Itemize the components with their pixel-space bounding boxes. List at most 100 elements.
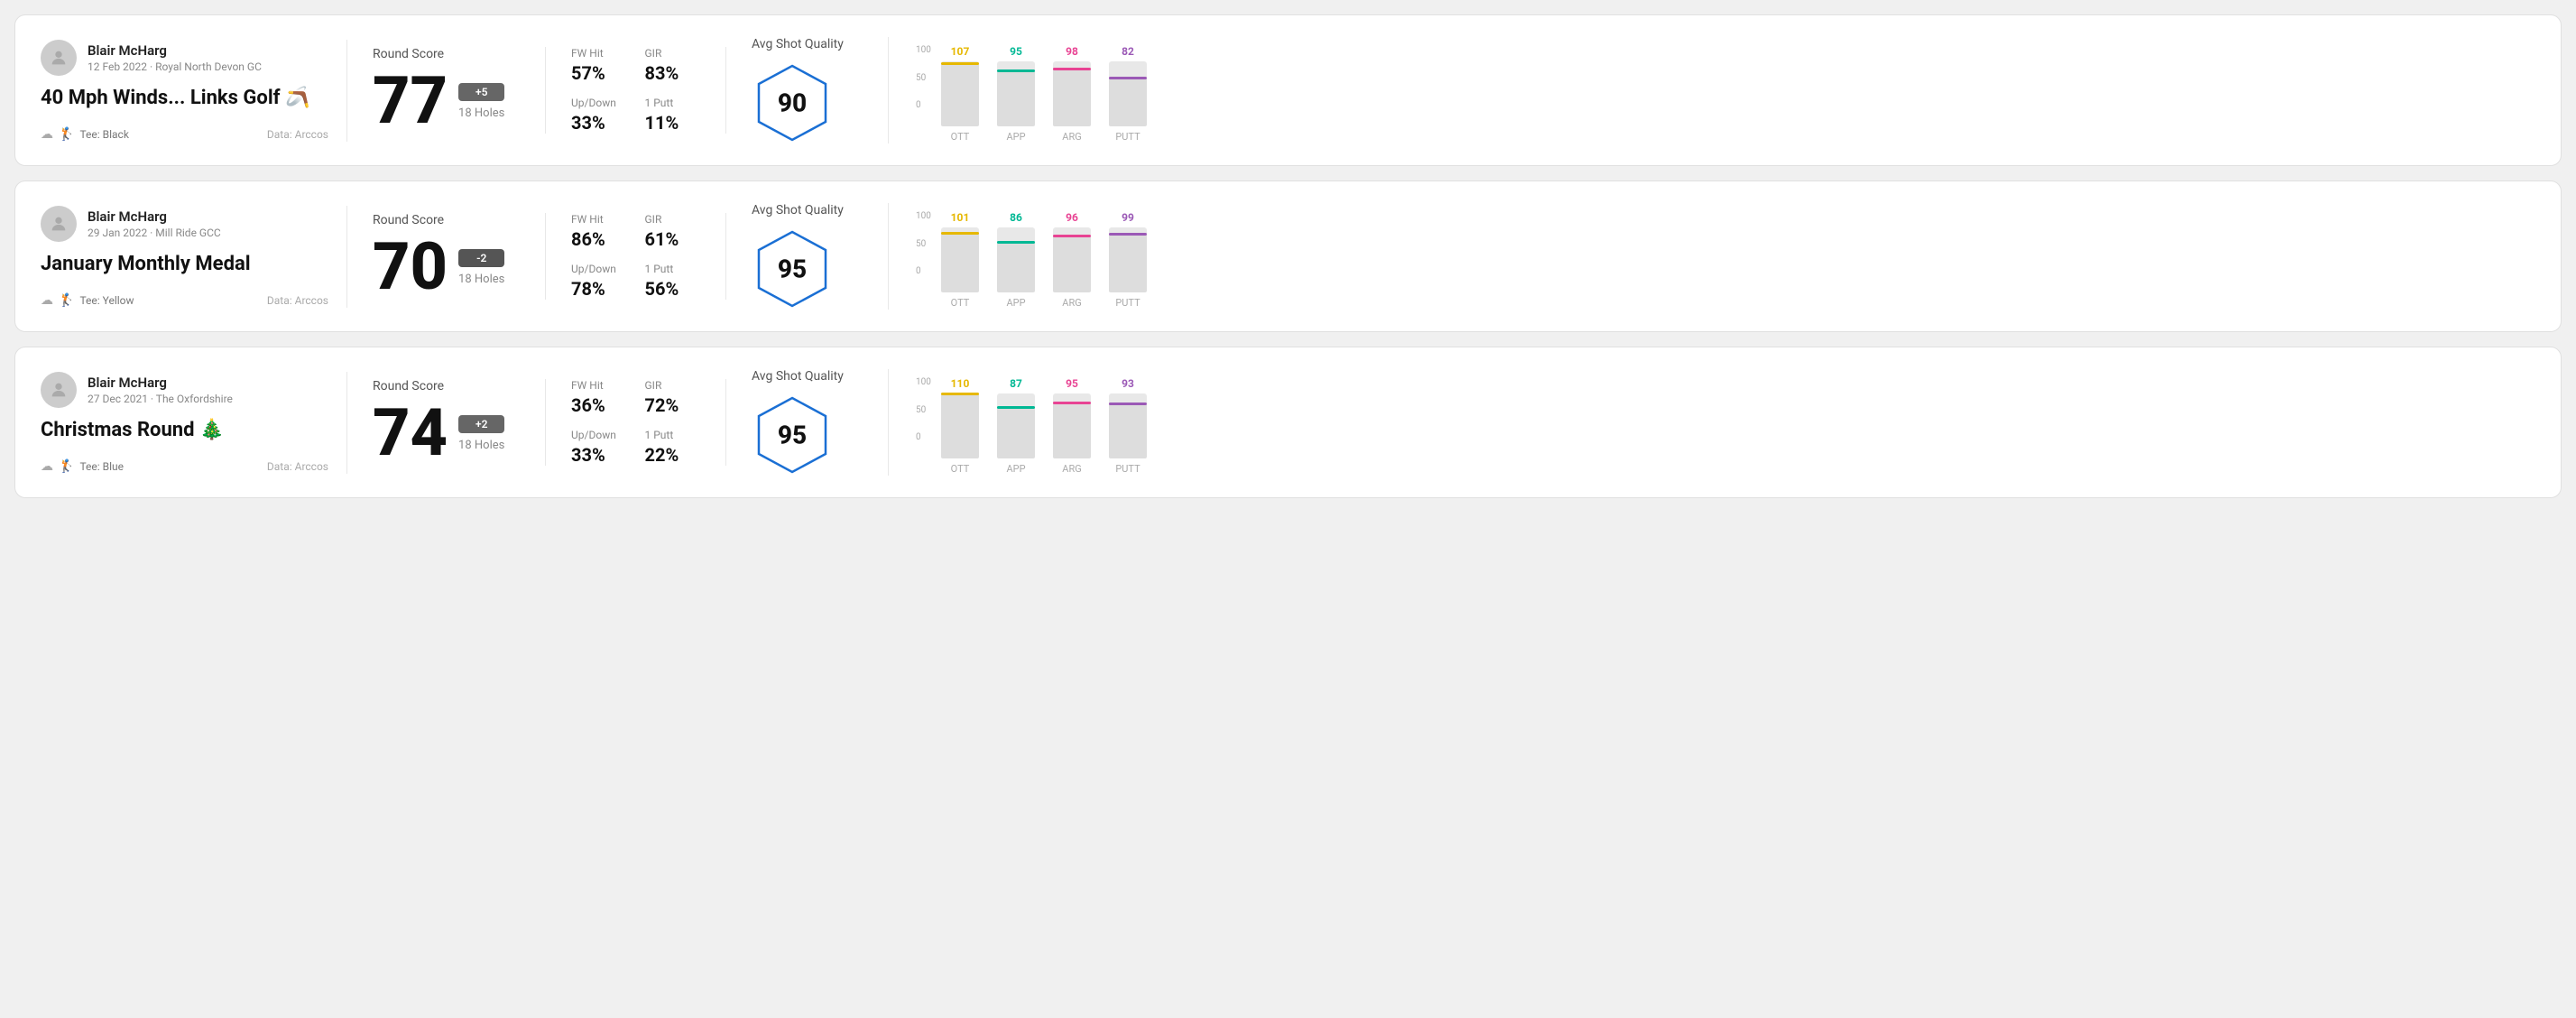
holes-text: 18 Holes: [458, 273, 504, 286]
bar-bg: [997, 61, 1035, 126]
bar-value: 87: [1010, 377, 1022, 390]
data-source: Data: Arccos: [267, 128, 328, 141]
tee-info: ☁ 🏌 Tee: Yellow: [41, 293, 134, 308]
bar-fill: [1053, 69, 1091, 126]
bar-value: 110: [951, 377, 970, 390]
stat-gir: GIR 61%: [645, 213, 701, 250]
quality-score: 95: [778, 421, 807, 450]
bar-group-arg: 95 ARG: [1053, 377, 1091, 475]
user-row: Blair McHarg 29 Jan 2022 · Mill Ride GCC: [41, 206, 328, 242]
score-label: Round Score: [373, 213, 520, 227]
bar-bg: [1053, 393, 1091, 458]
score-label: Round Score: [373, 47, 520, 61]
bar-fill: [997, 407, 1035, 458]
chart-section: 100 50 0 101 OTT 86 APP: [889, 204, 2535, 309]
bar-group-app: 95 APP: [997, 45, 1035, 143]
hexagon: 95: [752, 394, 833, 476]
bar-label: ARG: [1062, 463, 1081, 475]
bar-fill: [941, 233, 979, 292]
bar-highlight: [997, 241, 1035, 244]
bar-value: 93: [1122, 377, 1134, 390]
stat-gir-label: GIR: [645, 213, 701, 226]
tee-info: ☁ 🏌 Tee: Blue: [41, 459, 124, 474]
bar-highlight: [997, 406, 1035, 409]
stat-fw-hit-label: FW Hit: [571, 213, 627, 226]
user-name: Blair McHarg: [88, 208, 221, 225]
stat-one-putt-label: 1 Putt: [645, 429, 701, 441]
score-number: 77: [373, 69, 448, 134]
stat-gir: GIR 72%: [645, 379, 701, 416]
avatar: [41, 206, 77, 242]
bar-fill: [941, 63, 979, 126]
bar-label: PUTT: [1115, 463, 1140, 475]
score-section: Round Score 70 -2 18 Holes: [347, 213, 546, 300]
stat-gir-value: 61%: [645, 228, 701, 250]
tee-info: ☁ 🏌 Tee: Black: [41, 127, 129, 142]
stat-fw-hit-label: FW Hit: [571, 379, 627, 392]
bar-highlight: [941, 232, 979, 235]
bag-icon: 🏌: [59, 127, 74, 142]
score-badge-holes: +2 18 Holes: [458, 415, 504, 452]
weather-icon: ☁: [41, 459, 53, 474]
stat-gir-value: 72%: [645, 394, 701, 416]
bar-bg: [941, 61, 979, 126]
bar-fill: [1109, 78, 1147, 126]
bar-highlight: [1053, 402, 1091, 404]
hexagon: 95: [752, 228, 833, 310]
bar-label: OTT: [951, 463, 970, 475]
score-main: 77 +5 18 Holes: [373, 69, 520, 134]
bar-fill: [1109, 234, 1147, 292]
bar-value: 98: [1066, 45, 1078, 58]
hexagon: 90: [752, 62, 833, 143]
stat-one-putt-label: 1 Putt: [645, 263, 701, 275]
quality-section: Avg Shot Quality 90: [726, 37, 889, 143]
bar-value: 96: [1066, 211, 1078, 224]
bar-bg: [1109, 393, 1147, 458]
chart-section: 100 50 0 110 OTT 87 APP: [889, 370, 2535, 475]
score-label: Round Score: [373, 379, 520, 393]
stat-fw-hit-label: FW Hit: [571, 47, 627, 60]
user-name: Blair McHarg: [88, 42, 262, 59]
bar-bg: [1109, 61, 1147, 126]
stat-fw-hit-value: 36%: [571, 394, 627, 416]
left-section: Blair McHarg 29 Jan 2022 · Mill Ride GCC…: [41, 206, 347, 308]
score-number: 70: [373, 235, 448, 300]
bar-group-app: 86 APP: [997, 211, 1035, 309]
bar-highlight: [941, 62, 979, 65]
bar-value: 86: [1010, 211, 1022, 224]
user-info: Blair McHarg 29 Jan 2022 · Mill Ride GCC: [88, 208, 221, 239]
stats-grid: FW Hit 57% GIR 83% Up/Down 33% 1 Putt 11…: [571, 47, 700, 134]
stat-gir-label: GIR: [645, 379, 701, 392]
bar-bg: [1053, 227, 1091, 292]
stat-up-down-label: Up/Down: [571, 263, 627, 275]
left-section: Blair McHarg 27 Dec 2021 · The Oxfordshi…: [41, 372, 347, 474]
round-card-2: Blair McHarg 29 Jan 2022 · Mill Ride GCC…: [14, 180, 2562, 332]
data-source: Data: Arccos: [267, 460, 328, 473]
round-title: 40 Mph Winds... Links Golf 🪃: [41, 87, 328, 109]
score-section: Round Score 77 +5 18 Holes: [347, 47, 546, 134]
bar-group-putt: 99 PUTT: [1109, 211, 1147, 309]
bag-icon: 🏌: [59, 293, 74, 308]
bar-bg: [1109, 227, 1147, 292]
bar-highlight: [997, 69, 1035, 72]
bar-group-putt: 82 PUTT: [1109, 45, 1147, 143]
footer-row: ☁ 🏌 Tee: Blue Data: Arccos: [41, 459, 328, 474]
bar-highlight: [1109, 403, 1147, 405]
bar-group-ott: 101 OTT: [941, 211, 979, 309]
round-title: January Monthly Medal: [41, 253, 328, 275]
weather-icon: ☁: [41, 293, 53, 308]
bar-highlight: [1053, 68, 1091, 70]
quality-score: 90: [778, 88, 807, 118]
stat-one-putt-label: 1 Putt: [645, 97, 701, 109]
round-card-1: Blair McHarg 12 Feb 2022 · Royal North D…: [14, 14, 2562, 166]
bag-icon: 🏌: [59, 459, 74, 474]
bar-bg: [941, 393, 979, 458]
bar-value: 95: [1066, 377, 1078, 390]
user-row: Blair McHarg 12 Feb 2022 · Royal North D…: [41, 40, 328, 76]
user-row: Blair McHarg 27 Dec 2021 · The Oxfordshi…: [41, 372, 328, 408]
stat-up-down: Up/Down 78%: [571, 263, 627, 300]
left-section: Blair McHarg 12 Feb 2022 · Royal North D…: [41, 40, 347, 142]
bar-label: APP: [1006, 131, 1025, 143]
bar-group-ott: 107 OTT: [941, 45, 979, 143]
bar-label: PUTT: [1115, 297, 1140, 309]
